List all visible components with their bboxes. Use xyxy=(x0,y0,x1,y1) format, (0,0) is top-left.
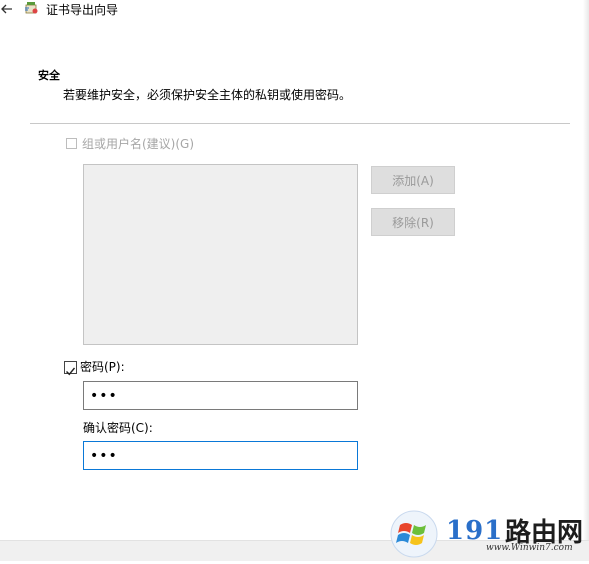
checkmark-icon xyxy=(66,367,76,376)
section-description: 若要维护安全，必须保护安全主体的私钥或使用密码。 xyxy=(63,88,352,102)
windows-logo-icon xyxy=(388,508,440,560)
back-arrow-icon[interactable] xyxy=(0,1,14,15)
password-field[interactable]: ••• xyxy=(83,381,358,410)
password-checkbox[interactable] xyxy=(64,361,77,376)
window-title: 证书导出向导 xyxy=(46,3,119,17)
remove-button[interactable]: 移除(R) xyxy=(371,208,455,236)
group-user-list[interactable] xyxy=(83,164,358,345)
confirm-password-label: 确认密码(C): xyxy=(83,421,153,435)
password-label: 密码(P): xyxy=(80,360,125,374)
section-heading: 安全 xyxy=(38,69,60,82)
window-edge xyxy=(583,0,589,540)
confirm-password-field[interactable]: ••• xyxy=(83,441,358,470)
group-user-checkbox[interactable] xyxy=(66,138,77,149)
add-button[interactable]: 添加(A) xyxy=(371,166,455,194)
watermark-number: 191 xyxy=(446,516,504,546)
watermark-url: www.Winwin7.com xyxy=(486,543,573,553)
certificate-icon xyxy=(24,0,40,16)
group-user-label: 组或用户名(建议)(G) xyxy=(82,137,195,151)
divider xyxy=(30,123,570,124)
